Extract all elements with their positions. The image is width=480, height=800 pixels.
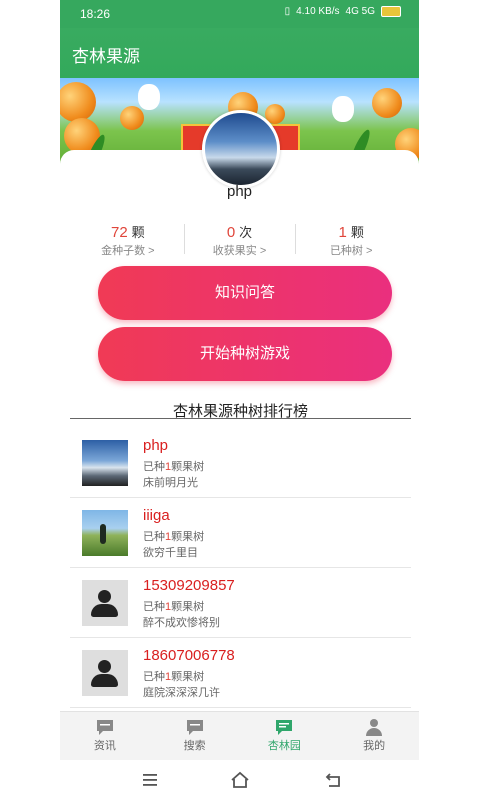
stats-row: 72 颗 金种子数 > 0次 收获果实 > 1颗 已种树 > [72,222,407,257]
apricot-decoration [372,88,402,118]
menu-icon[interactable] [140,770,160,790]
app-header: 杏林果源 [60,28,419,78]
avatar [82,440,128,486]
stat-value: 1 [338,224,347,241]
list-item[interactable]: 18607006778 已种1颗果树 庭院深深深几许 [70,638,411,708]
back-icon[interactable] [324,770,344,790]
vibrate-icon: ▯ [284,6,291,17]
apricot-decoration [120,106,144,130]
rank-motto: 庭院深深深几许 [143,687,220,699]
rank-motto: 醉不成欢惨将别 [143,617,220,629]
rank-name: iiiga [143,507,170,524]
tab-label: 搜索 [183,740,206,752]
chat-icon [186,720,203,735]
chat-icon [276,720,293,735]
start-game-button[interactable]: 开始种树游戏 [98,327,392,381]
default-avatar-icon [82,580,128,626]
chat-icon [96,720,113,735]
signal-indicator: 4G 5G [345,6,375,17]
person-icon [366,719,383,736]
list-item[interactable]: iiiga 已种1颗果树 欲穷千里目 [70,498,411,568]
battery-icon [381,6,401,17]
stat-value: 0 [226,224,236,241]
ranking-divider [70,418,411,419]
stat-label: 金种子数 > [101,245,155,257]
rank-name: 18607006778 [143,647,235,664]
system-navigation-bar [60,760,419,800]
apricot-decoration [60,82,96,122]
tab-profile[interactable]: 我的 [329,712,419,760]
stat-trees-planted[interactable]: 1颗 已种树 > [295,222,407,257]
status-icons: ▯ 4.10 KB/s 4G 5G [285,6,401,17]
status-bar: 18:26 ▯ 4.10 KB/s 4G 5G [60,0,419,28]
tab-news[interactable]: 资讯 [60,712,150,760]
rank-motto: 床前明月光 [143,477,198,489]
rank-count: 已种1颗果树 [143,461,205,473]
stat-label: 已种树 > [329,245,373,257]
rank-count: 已种1颗果树 [143,531,205,543]
rank-count: 已种1颗果树 [143,601,205,613]
stat-gold-seeds[interactable]: 72 颗 金种子数 > [72,222,184,257]
phone-screen: 18:26 ▯ 4.10 KB/s 4G 5G 杏林果源 php 72 颗 金种子… [60,0,419,800]
tab-label: 杏林园 [267,740,301,752]
bottom-tab-bar: 资讯 搜索 杏林园 我的 [60,711,419,760]
status-time: 18:26 [80,7,111,21]
rank-name: php [143,437,169,454]
rank-count: 已种1颗果树 [143,671,205,683]
stat-unit: 颗 [350,225,364,240]
stat-value: 72 [110,224,128,241]
bunny-figure [332,96,354,122]
tab-xinglin-garden[interactable]: 杏林园 [240,712,330,760]
rank-name: 15309209857 [143,577,235,594]
bunny-figure [138,84,160,110]
stat-label: 收获果实 > [212,245,267,257]
list-item[interactable]: php 已种1颗果树 床前明月光 [70,428,411,498]
qa-button[interactable]: 知识问答 [98,266,392,320]
home-icon[interactable] [230,770,250,790]
left-margin [0,0,60,800]
avatar [82,510,128,556]
stat-harvest[interactable]: 0次 收获果实 > [183,222,296,257]
network-speed: 4.10 KB/s [296,6,340,17]
ranking-list: php 已种1颗果树 床前明月光 iiiga 已种1颗果树 欲穷千里目 1530… [70,428,411,708]
tab-label: 我的 [363,740,386,752]
tab-search[interactable]: 搜索 [150,712,240,760]
default-avatar-icon [82,650,128,696]
stat-unit: 颗 [131,225,145,240]
app-title: 杏林果源 [72,47,140,66]
tab-label: 资讯 [93,740,116,752]
username: php [226,183,253,200]
right-margin [419,0,480,800]
list-item[interactable]: 15309209857 已种1颗果树 醉不成欢惨将别 [70,568,411,638]
user-avatar[interactable] [202,110,280,188]
stat-unit: 次 [239,225,253,240]
rank-motto: 欲穷千里目 [143,547,198,559]
